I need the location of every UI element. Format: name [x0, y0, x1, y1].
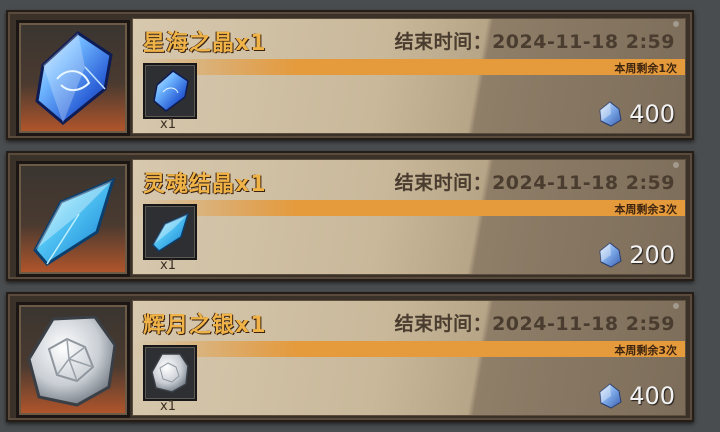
- reward-quantity: x1: [160, 399, 176, 414]
- end-time: 结束时间：2024-11-18 2:59: [394, 172, 675, 194]
- offer-card[interactable]: 灵魂结晶x1 结束时间：2024-11-18 2:59 本周剩余3次 x1 20…: [6, 151, 694, 281]
- reward-slot[interactable]: [143, 63, 197, 119]
- weekly-stripe: [133, 200, 685, 216]
- offer-panel: 辉月之银x1 结束时间：2024-11-18 2:59 本周剩余3次 x1 40…: [132, 300, 686, 416]
- price-value: 400: [629, 382, 675, 410]
- reward-quantity: x1: [160, 117, 176, 132]
- end-time: 结束时间：2024-11-18 2:59: [394, 31, 675, 53]
- end-time: 结束时间：2024-11-18 2:59: [394, 313, 675, 335]
- silver-ore-icon: [151, 353, 189, 393]
- offer-title: 星海之晶x1: [143, 31, 267, 56]
- offer-title: 辉月之银x1: [143, 313, 267, 338]
- offer-card[interactable]: 星海之晶x1 结束时间：2024-11-18 2:59 本周剩余1次 x1 40…: [6, 10, 694, 140]
- diamond-currency-icon: [599, 101, 622, 127]
- weekly-limit: 本周剩余1次: [614, 62, 677, 75]
- reward-slot[interactable]: [143, 345, 197, 401]
- price-value: 400: [629, 100, 675, 128]
- reward-quantity: x1: [160, 258, 176, 273]
- blue-crystal-icon: [153, 70, 189, 112]
- item-frame: [16, 161, 130, 277]
- silver-ore-icon: [27, 315, 117, 407]
- buy-price-button[interactable]: 400: [597, 99, 675, 129]
- item-frame: [16, 20, 130, 136]
- diamond-currency-icon: [599, 242, 622, 268]
- offer-title: 灵魂结晶x1: [143, 172, 267, 197]
- offer-panel: 灵魂结晶x1 结束时间：2024-11-18 2:59 本周剩余3次 x1 20…: [132, 159, 686, 275]
- weekly-limit: 本周剩余3次: [614, 203, 677, 216]
- buy-price-button[interactable]: 400: [597, 381, 675, 411]
- soul-shard-icon: [33, 177, 116, 266]
- reward-slot[interactable]: [143, 204, 197, 260]
- soul-shard-icon: [152, 212, 190, 252]
- blue-crystal-icon: [35, 31, 113, 125]
- diamond-currency-icon: [599, 383, 622, 409]
- price-value: 200: [629, 241, 675, 269]
- offer-card[interactable]: 辉月之银x1 结束时间：2024-11-18 2:59 本周剩余3次 x1 40…: [6, 292, 694, 422]
- weekly-stripe: [133, 341, 685, 357]
- buy-price-button[interactable]: 200: [597, 240, 675, 270]
- weekly-limit: 本周剩余3次: [614, 344, 677, 357]
- offer-panel: 星海之晶x1 结束时间：2024-11-18 2:59 本周剩余1次 x1 40…: [132, 18, 686, 134]
- item-frame: [16, 302, 130, 418]
- weekly-stripe: [133, 59, 685, 75]
